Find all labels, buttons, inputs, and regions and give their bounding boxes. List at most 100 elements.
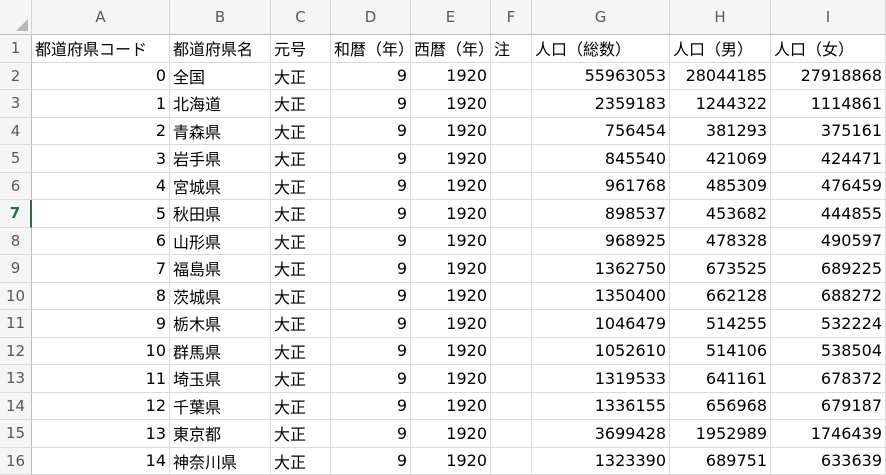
cell-d5[interactable]: 9 [331, 145, 411, 173]
column-header-e[interactable]: E [411, 0, 491, 35]
cell-f5[interactable] [491, 145, 532, 173]
cell-e3[interactable]: 1920 [411, 90, 491, 118]
select-all-corner[interactable] [0, 0, 32, 35]
cell-a5[interactable]: 3 [32, 145, 170, 173]
cell-h5[interactable]: 421069 [670, 145, 771, 173]
cell-b8[interactable]: 山形県 [170, 227, 271, 255]
cell-b16[interactable]: 神奈川県 [170, 447, 271, 475]
row-header[interactable]: 6 [0, 172, 32, 200]
cell-g16[interactable]: 1323390 [532, 447, 670, 475]
column-header-b[interactable]: B [170, 0, 271, 35]
cell-e7[interactable]: 1920 [411, 200, 491, 228]
cell-d1[interactable]: 和暦（年） [331, 35, 411, 63]
cell-b14[interactable]: 千葉県 [170, 392, 271, 420]
cell-g4[interactable]: 756454 [532, 117, 670, 145]
cell-c5[interactable]: 大正 [271, 145, 331, 173]
cell-h16[interactable]: 689751 [670, 447, 771, 475]
cell-d10[interactable]: 9 [331, 282, 411, 310]
cell-c15[interactable]: 大正 [271, 420, 331, 448]
cell-i13[interactable]: 678372 [771, 365, 886, 393]
cell-h2[interactable]: 28044185 [670, 62, 771, 90]
cell-g8[interactable]: 968925 [532, 227, 670, 255]
cell-c6[interactable]: 大正 [271, 172, 331, 200]
cell-a7[interactable]: 5 [32, 200, 170, 228]
cell-b15[interactable]: 東京都 [170, 420, 271, 448]
row-header[interactable]: 9 [0, 255, 32, 283]
cell-f14[interactable] [491, 392, 532, 420]
cell-d4[interactable]: 9 [331, 117, 411, 145]
cell-g13[interactable]: 1319533 [532, 365, 670, 393]
cell-c9[interactable]: 大正 [271, 255, 331, 283]
cell-b4[interactable]: 青森県 [170, 117, 271, 145]
row-header[interactable]: 1 [0, 35, 32, 63]
cell-g15[interactable]: 3699428 [532, 420, 670, 448]
cell-d6[interactable]: 9 [331, 172, 411, 200]
cell-e2[interactable]: 1920 [411, 62, 491, 90]
cell-g10[interactable]: 1350400 [532, 282, 670, 310]
cell-h12[interactable]: 514106 [670, 337, 771, 365]
cell-f2[interactable] [491, 62, 532, 90]
cell-g11[interactable]: 1046479 [532, 310, 670, 338]
cell-d11[interactable]: 9 [331, 310, 411, 338]
row-header[interactable]: 4 [0, 117, 32, 145]
cell-e15[interactable]: 1920 [411, 420, 491, 448]
cell-d7[interactable]: 9 [331, 200, 411, 228]
row-header[interactable]: 8 [0, 227, 32, 255]
cell-i1[interactable]: 人口（女） [771, 35, 886, 63]
cell-c8[interactable]: 大正 [271, 227, 331, 255]
cell-f6[interactable] [491, 172, 532, 200]
cell-g2[interactable]: 55963053 [532, 62, 670, 90]
cell-i2[interactable]: 27918868 [771, 62, 886, 90]
cell-d15[interactable]: 9 [331, 420, 411, 448]
cell-d16[interactable]: 9 [331, 447, 411, 475]
cell-f9[interactable] [491, 255, 532, 283]
cell-a3[interactable]: 1 [32, 90, 170, 118]
cell-d3[interactable]: 9 [331, 90, 411, 118]
cell-i5[interactable]: 424471 [771, 145, 886, 173]
cell-f7[interactable] [491, 200, 532, 228]
cell-b12[interactable]: 群馬県 [170, 337, 271, 365]
cell-c12[interactable]: 大正 [271, 337, 331, 365]
cell-c10[interactable]: 大正 [271, 282, 331, 310]
cell-b7[interactable]: 秋田県 [170, 200, 271, 228]
cell-a10[interactable]: 8 [32, 282, 170, 310]
cell-a6[interactable]: 4 [32, 172, 170, 200]
cell-f10[interactable] [491, 282, 532, 310]
cell-g1[interactable]: 人口（総数） [532, 35, 670, 63]
cell-b10[interactable]: 茨城県 [170, 282, 271, 310]
cell-d12[interactable]: 9 [331, 337, 411, 365]
cell-e8[interactable]: 1920 [411, 227, 491, 255]
cell-c4[interactable]: 大正 [271, 117, 331, 145]
cell-i11[interactable]: 532224 [771, 310, 886, 338]
cell-f4[interactable] [491, 117, 532, 145]
cell-b13[interactable]: 埼玉県 [170, 365, 271, 393]
cell-e5[interactable]: 1920 [411, 145, 491, 173]
cell-g14[interactable]: 1336155 [532, 392, 670, 420]
cell-b3[interactable]: 北海道 [170, 90, 271, 118]
cell-b2[interactable]: 全国 [170, 62, 271, 90]
row-header[interactable]: 14 [0, 392, 32, 420]
cell-c1[interactable]: 元号 [271, 35, 331, 63]
cell-a2[interactable]: 0 [32, 62, 170, 90]
cell-c13[interactable]: 大正 [271, 365, 331, 393]
cell-g3[interactable]: 2359183 [532, 90, 670, 118]
cell-h13[interactable]: 641161 [670, 365, 771, 393]
cell-d2[interactable]: 9 [331, 62, 411, 90]
cell-h1[interactable]: 人口（男） [670, 35, 771, 63]
column-header-c[interactable]: C [271, 0, 331, 35]
cell-e9[interactable]: 1920 [411, 255, 491, 283]
cell-i7[interactable]: 444855 [771, 200, 886, 228]
column-header-i[interactable]: I [771, 0, 886, 35]
cell-a4[interactable]: 2 [32, 117, 170, 145]
cell-i16[interactable]: 633639 [771, 447, 886, 475]
cell-e1[interactable]: 西暦（年） [411, 35, 491, 63]
column-header-d[interactable]: D [331, 0, 411, 35]
cell-h4[interactable]: 381293 [670, 117, 771, 145]
column-header-f[interactable]: F [491, 0, 532, 35]
cell-d9[interactable]: 9 [331, 255, 411, 283]
cell-g12[interactable]: 1052610 [532, 337, 670, 365]
cell-f15[interactable] [491, 420, 532, 448]
cell-g5[interactable]: 845540 [532, 145, 670, 173]
cell-f1[interactable]: 注 [491, 35, 532, 63]
cell-a11[interactable]: 9 [32, 310, 170, 338]
